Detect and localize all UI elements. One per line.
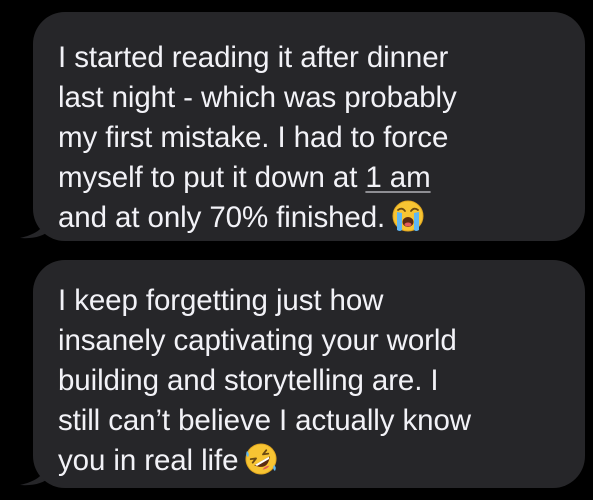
message-line: building and storytelling are. I [58,364,439,397]
message-line: I keep forgetting just how [58,284,384,317]
message-line: last night - which was probably [58,81,457,114]
message-thread: I started reading it after dinner last n… [0,0,593,500]
time-link[interactable]: 1 am [365,161,430,194]
rolling-on-the-floor-laughing-face-icon [245,443,277,475]
loudly-crying-face-icon [392,200,424,232]
received-message-bubble[interactable]: I keep forgetting just how insanely capt… [33,260,585,488]
message-line: I started reading it after dinner [58,41,449,74]
message-line: and at only 70% finished. [58,198,565,238]
message-line: my first mistake. I had to force [58,121,449,154]
message-line: myself to put it down at 1 am [58,158,565,198]
message-line: you in real life [58,441,565,481]
message-line-text: you in real life [58,444,239,477]
message-line-text: myself to put it down at [58,161,366,194]
message-line: insanely captivating your world [58,324,457,357]
message-line-text: and at only 70% finished. [58,201,386,234]
received-message-bubble[interactable]: I started reading it after dinner last n… [33,12,585,241]
message-line: still can’t believe I actually know [58,404,471,437]
